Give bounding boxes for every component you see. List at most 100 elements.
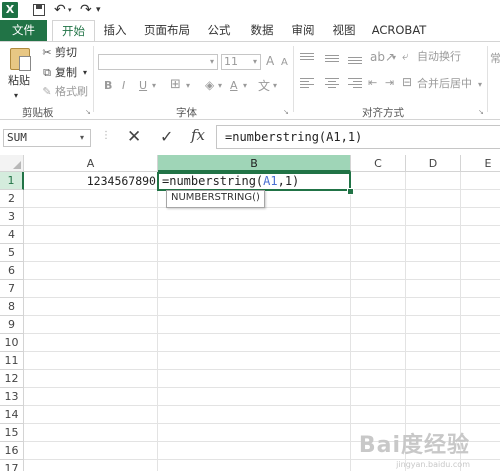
row-header-12[interactable]: 12: [0, 370, 24, 388]
row-header-6[interactable]: 6: [0, 262, 24, 280]
merge-center-dropdown-icon[interactable]: ▾: [478, 78, 482, 92]
gridline: [24, 351, 500, 352]
merge-center-icon[interactable]: ⊟: [402, 75, 412, 89]
font-name-dropdown-icon[interactable]: ▾: [210, 55, 214, 69]
tab-data[interactable]: 数据: [242, 20, 282, 41]
tab-file[interactable]: 文件: [0, 20, 47, 41]
shrink-font-icon[interactable]: A: [281, 56, 288, 70]
tab-home[interactable]: 开始: [52, 20, 95, 41]
bottom-align-icon[interactable]: [348, 52, 362, 64]
top-align-icon[interactable]: [300, 52, 314, 64]
cell-a1[interactable]: 1234567890: [24, 172, 158, 190]
tab-formulas[interactable]: 公式: [199, 20, 239, 41]
tab-review[interactable]: 审阅: [283, 20, 323, 41]
scissors-icon[interactable]: ✂: [41, 47, 53, 59]
cell-b1-editing[interactable]: =numberstring(A1,1): [157, 172, 351, 191]
gridline: [350, 172, 351, 471]
paste-button[interactable]: 粘贴: [8, 74, 30, 88]
grow-font-icon[interactable]: A: [266, 54, 274, 68]
row-header-13[interactable]: 13: [0, 388, 24, 406]
formula-input[interactable]: =numberstring(A1,1): [216, 125, 500, 149]
align-right-icon[interactable]: [348, 77, 362, 89]
number-format-select[interactable]: 常: [490, 52, 500, 66]
copy-button[interactable]: 复制: [55, 66, 77, 80]
column-header-a[interactable]: A: [24, 155, 158, 172]
column-header-c[interactable]: C: [351, 155, 406, 172]
divider: [93, 46, 94, 112]
underline-dropdown-icon[interactable]: ▾: [152, 79, 156, 93]
select-all-corner[interactable]: [0, 155, 24, 172]
insert-function-icon[interactable]: fx: [191, 126, 205, 144]
row-header-15[interactable]: 15: [0, 424, 24, 442]
fill-handle[interactable]: [347, 188, 354, 195]
format-painter-icon[interactable]: ✎: [41, 86, 53, 98]
row-header-17[interactable]: 17: [0, 460, 24, 471]
copy-dropdown-icon[interactable]: ▾: [83, 66, 87, 80]
middle-align-icon[interactable]: [325, 52, 339, 64]
wrap-text-icon[interactable]: ⤶: [402, 49, 409, 63]
row-header-9[interactable]: 9: [0, 316, 24, 334]
fill-color-dropdown-icon[interactable]: ▾: [218, 79, 222, 93]
tab-acrobat[interactable]: ACROBAT: [368, 20, 430, 41]
decrease-indent-icon[interactable]: ⇤: [368, 76, 377, 90]
column-header-e[interactable]: E: [461, 155, 500, 172]
row-header-2[interactable]: 2: [0, 190, 24, 208]
row-header-1[interactable]: 1: [0, 172, 24, 190]
font-color-icon[interactable]: A: [230, 79, 238, 93]
align-left-icon[interactable]: [300, 77, 314, 89]
font-size-dropdown-icon[interactable]: ▾: [253, 55, 257, 69]
row-header-11[interactable]: 11: [0, 352, 24, 370]
row-header-7[interactable]: 7: [0, 280, 24, 298]
cancel-icon[interactable]: ✕: [127, 127, 141, 147]
row-header-4[interactable]: 4: [0, 226, 24, 244]
phonetic-icon[interactable]: 文: [258, 79, 270, 93]
orientation-dropdown-icon[interactable]: ▾: [392, 51, 396, 65]
formula-bar-resize-icon[interactable]: ⋮: [101, 130, 111, 141]
row-header-5[interactable]: 5: [0, 244, 24, 262]
enter-icon[interactable]: ✓: [160, 127, 173, 146]
undo-icon[interactable]: ↶: [54, 2, 66, 18]
column-header-d[interactable]: D: [406, 155, 461, 172]
gridline: [24, 279, 500, 280]
tab-insert[interactable]: 插入: [96, 20, 134, 41]
font-color-dropdown-icon[interactable]: ▾: [243, 79, 247, 93]
save-icon[interactable]: [33, 4, 45, 16]
tab-view[interactable]: 视图: [324, 20, 364, 41]
row-header-14[interactable]: 14: [0, 406, 24, 424]
phonetic-dropdown-icon[interactable]: ▾: [273, 79, 277, 93]
format-painter-button[interactable]: 格式刷: [55, 85, 88, 99]
worksheet-grid[interactable]: A B C D E 1 2 3 4 5 6 7 8 9 10 11 12 13 14 15 16 17 12345…: [0, 155, 500, 471]
row-header-16[interactable]: 16: [0, 442, 24, 460]
row-header-3[interactable]: 3: [0, 208, 24, 226]
customize-toolbar-icon[interactable]: ▾: [96, 2, 101, 18]
name-box-dropdown-icon[interactable]: ▾: [80, 129, 84, 147]
function-tooltip[interactable]: NUMBERSTRING(): [166, 190, 265, 208]
redo-icon[interactable]: ↷: [80, 2, 92, 18]
increase-indent-icon[interactable]: ⇥: [385, 76, 394, 90]
font-name-select[interactable]: [98, 54, 218, 70]
clipboard-launcher-icon[interactable]: ↘: [85, 108, 91, 116]
font-launcher-icon[interactable]: ↘: [283, 108, 289, 116]
column-header-b[interactable]: B: [158, 155, 351, 172]
tab-page-layout[interactable]: 页面布局: [138, 20, 196, 41]
undo-dropdown-icon[interactable]: ▾: [68, 2, 72, 18]
wrap-text-button[interactable]: 自动换行: [417, 50, 461, 64]
border-dropdown-icon[interactable]: ▾: [186, 79, 190, 93]
copy-icon[interactable]: ⧉: [41, 67, 53, 79]
ribbon-tabs: 文件 开始 插入 页面布局 公式 数据 审阅 视图 ACROBAT: [0, 20, 500, 41]
paste-dropdown-icon[interactable]: ▾: [14, 89, 18, 103]
paste-icon[interactable]: [10, 48, 31, 71]
gridline: [24, 297, 500, 298]
alignment-launcher-icon[interactable]: ↘: [478, 108, 484, 116]
underline-icon[interactable]: U: [139, 79, 147, 93]
name-box[interactable]: SUM: [3, 129, 91, 147]
bold-icon[interactable]: B: [104, 79, 112, 93]
align-center-icon[interactable]: [325, 77, 339, 89]
cut-button[interactable]: 剪切: [55, 46, 77, 60]
fill-color-icon[interactable]: ◈: [205, 78, 214, 92]
merge-center-button[interactable]: 合并后居中: [417, 77, 472, 91]
italic-icon[interactable]: I: [122, 79, 125, 93]
border-icon[interactable]: ⊞: [170, 78, 181, 92]
row-header-10[interactable]: 10: [0, 334, 24, 352]
row-header-8[interactable]: 8: [0, 298, 24, 316]
